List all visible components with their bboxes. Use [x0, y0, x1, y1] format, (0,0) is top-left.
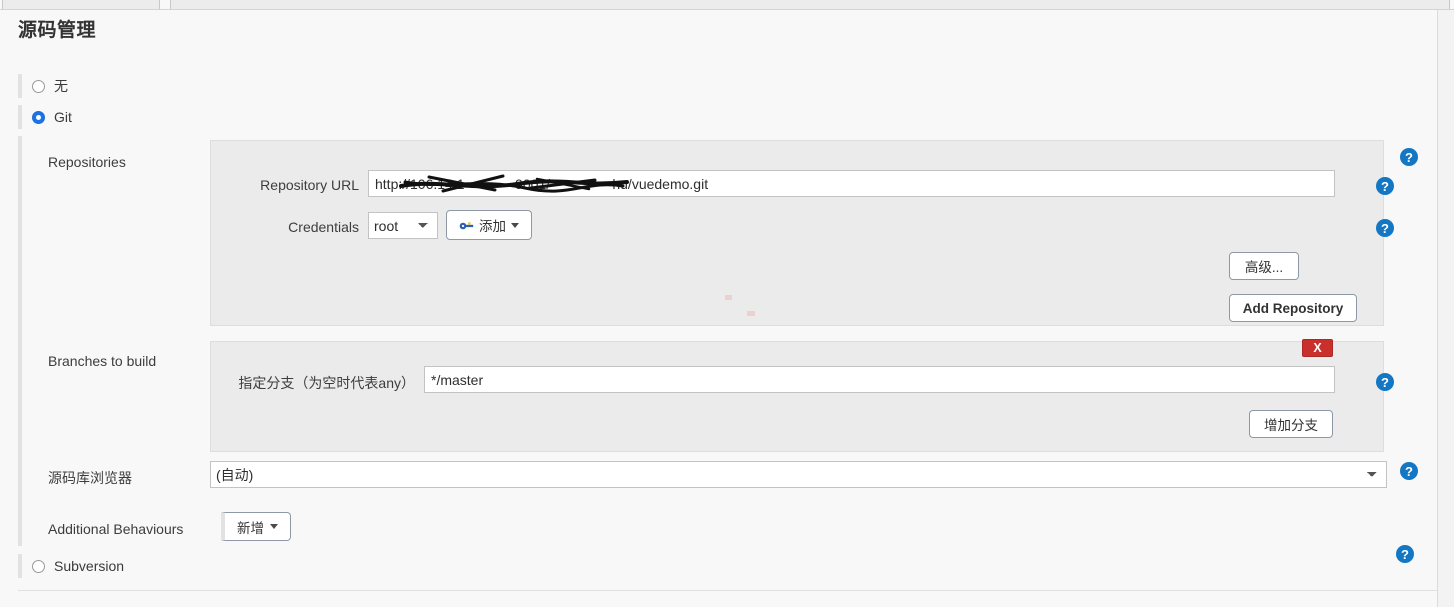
delete-branch-button[interactable]: X — [1302, 339, 1333, 357]
repository-url-input[interactable] — [368, 170, 1335, 197]
branch-spec-label: 指定分支（为空时代表any） — [238, 375, 415, 391]
repository-url-help-icon[interactable]: ? — [1376, 177, 1394, 195]
repositories-section-help-icon[interactable]: ? — [1400, 148, 1418, 166]
add-behaviour-button[interactable]: 新增 — [221, 512, 291, 541]
additional-behaviours-label: Additional Behaviours — [48, 521, 184, 537]
tab-item-1[interactable] — [2, 0, 160, 9]
add-branch-button[interactable]: 增加分支 — [1249, 410, 1333, 438]
section-divider — [18, 590, 1437, 591]
advanced-button-label: 高级... — [1244, 260, 1284, 275]
page-title: 源码管理 — [18, 20, 97, 41]
add-branch-label: 增加分支 — [1264, 418, 1318, 433]
repository-browser-select[interactable]: (自动) — [210, 461, 1387, 488]
repository-browser-label: 源码库浏览器 — [48, 470, 132, 486]
repositories-panel: Repository URL ? Credentials root — [210, 140, 1394, 326]
radio-git[interactable] — [32, 110, 45, 124]
radio-subversion-label: Subversion — [54, 558, 125, 574]
repository-url-label: Repository URL — [260, 177, 359, 193]
branch-spec-help-icon[interactable]: ? — [1376, 373, 1394, 391]
browser-tab-strip — [0, 0, 1454, 10]
repository-browser-help-icon[interactable]: ? — [1400, 462, 1418, 480]
radio-none[interactable] — [32, 79, 45, 93]
key-icon — [459, 221, 474, 229]
right-gutter — [1437, 10, 1454, 607]
image-artifact — [725, 295, 755, 316]
radio-none-label: 无 — [54, 78, 68, 94]
radio-subversion[interactable] — [32, 559, 45, 573]
branches-panel: X 指定分支（为空时代表any） ? 增加分支 — [210, 339, 1394, 452]
credentials-label: Credentials — [288, 219, 359, 235]
add-repository-button[interactable]: Add Repository — [1229, 294, 1357, 322]
add-behaviour-label: 新增 — [237, 520, 264, 536]
repositories-label: Repositories — [48, 154, 126, 170]
scm-option-none[interactable]: 无 — [18, 74, 68, 98]
add-credentials-button[interactable]: 添加 — [446, 210, 532, 240]
add-credentials-label: 添加 — [479, 219, 506, 234]
branch-spec-input[interactable] — [424, 366, 1335, 393]
scm-config-page: 源码管理 无 Git Repositories Repository URL h… — [0, 10, 1437, 607]
delete-branch-label: X — [1313, 341, 1322, 355]
scm-option-git[interactable]: Git — [18, 105, 72, 129]
tab-item-2[interactable] — [170, 0, 1450, 9]
credentials-help-icon[interactable]: ? — [1376, 219, 1394, 237]
subversion-help-icon[interactable]: ? — [1396, 545, 1414, 563]
git-settings-body: Repositories Repository URL ? Credential… — [18, 136, 1418, 546]
advanced-button[interactable]: 高级... — [1229, 252, 1299, 280]
branches-label: Branches to build — [48, 353, 157, 369]
credentials-select[interactable]: root — [368, 212, 438, 239]
chevron-down-icon — [270, 524, 278, 529]
radio-git-label: Git — [54, 109, 72, 125]
add-repository-label: Add Repository — [1242, 300, 1344, 316]
chevron-down-icon — [511, 222, 519, 228]
scm-option-subversion[interactable]: Subversion — [18, 554, 1404, 578]
